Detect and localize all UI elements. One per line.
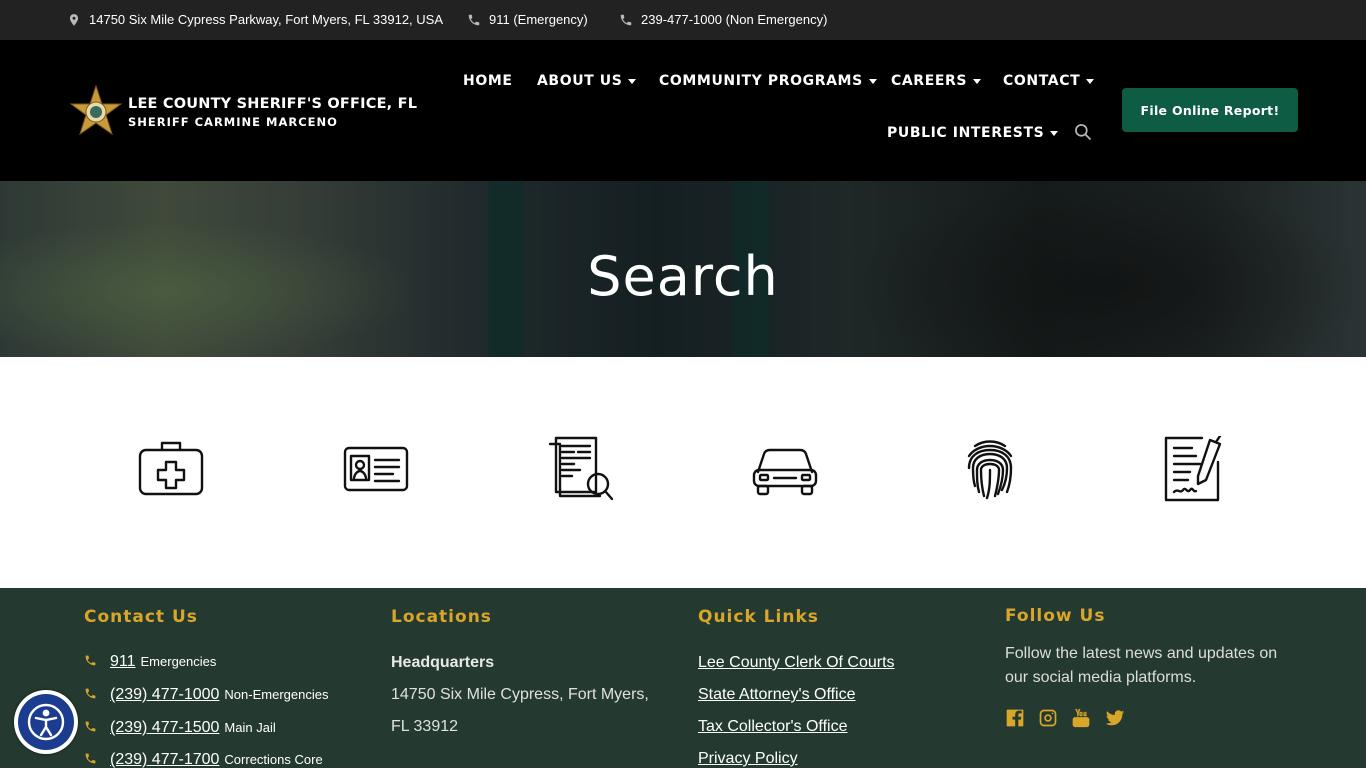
non-emergency-number-link[interactable]: (239) 477-1000 xyxy=(110,686,219,704)
hero-banner: Search xyxy=(0,181,1366,357)
headquarters-address-line1: 14750 Six Mile Cypress, Fort Myers, xyxy=(391,686,649,703)
facebook-icon[interactable] xyxy=(1005,708,1025,728)
youtube-icon[interactable] xyxy=(1071,708,1091,728)
site-logo[interactable]: LEE COUNTY SHERIFF'S OFFICE, FL SHERIFF … xyxy=(68,84,417,140)
contact-row-main-jail: (239) 477-1500 Main Jail xyxy=(84,719,276,737)
fingerprint-icon[interactable] xyxy=(957,436,1023,502)
corrections-core-number-link[interactable]: (239) 477-1700 xyxy=(110,751,219,769)
nav-community-programs[interactable]: COMMUNITY PROGRAMS xyxy=(659,73,877,89)
main-jail-label: Main Jail xyxy=(224,720,276,735)
nav-careers[interactable]: CAREERS xyxy=(891,73,982,89)
nav-about-us[interactable]: ABOUT US xyxy=(537,73,637,89)
nav-home[interactable]: HOME xyxy=(463,73,513,89)
document-search-icon[interactable] xyxy=(548,436,614,502)
search-icon[interactable] xyxy=(1073,122,1093,142)
phone-icon xyxy=(85,655,96,666)
contact-row-corrections-core: (239) 477-1700 Corrections Core xyxy=(84,751,323,769)
sheriff-star-badge-icon xyxy=(69,84,123,136)
quick-link-clerk-of-courts[interactable]: Lee County Clerk Of Courts xyxy=(698,654,895,672)
address-info: 14750 Six Mile Cypress Parkway, Fort Mye… xyxy=(67,12,443,27)
accessibility-widget-button[interactable] xyxy=(14,690,78,754)
caret-down-icon xyxy=(1050,130,1059,136)
non-emergency-text: 239-477-1000 (Non Emergency) xyxy=(641,12,828,27)
contact-row-non-emergency: (239) 477-1000 Non-Emergencies xyxy=(84,686,328,704)
emergency-text: 911 (Emergency) xyxy=(489,12,588,27)
main-jail-number-link[interactable]: (239) 477-1500 xyxy=(110,719,219,737)
phone-icon xyxy=(620,14,632,25)
contact-row-emergency: 911 Emergencies xyxy=(84,653,216,671)
nav-contact-label: CONTACT xyxy=(1003,73,1081,89)
nav-careers-label: CAREERS xyxy=(891,73,968,89)
nav-public-label: PUBLIC INTERESTS xyxy=(887,125,1045,141)
nav-contact[interactable]: CONTACT xyxy=(1003,73,1095,89)
quick-links-heading: Quick Links xyxy=(698,607,819,627)
phone-icon xyxy=(85,753,96,764)
phone-icon xyxy=(85,688,96,699)
corrections-core-label: Corrections Core xyxy=(224,752,323,767)
site-footer: Contact Us 911 Emergencies (239) 477-100… xyxy=(0,588,1366,768)
first-aid-kit-icon[interactable] xyxy=(138,436,204,502)
phone-icon xyxy=(85,721,96,732)
follow-us-text: Follow the latest news and updates on ou… xyxy=(1005,645,1278,686)
quick-link-tax-collector[interactable]: Tax Collector's Office xyxy=(698,718,847,736)
instagram-icon[interactable] xyxy=(1038,708,1058,728)
nav-community-label: COMMUNITY PROGRAMS xyxy=(659,73,863,89)
map-pin-icon xyxy=(69,13,79,26)
page-title: Search xyxy=(587,245,779,308)
signed-document-icon[interactable] xyxy=(1162,434,1228,502)
site-title: LEE COUNTY SHERIFF'S OFFICE, FL xyxy=(128,95,418,112)
caret-down-icon xyxy=(628,78,637,84)
file-online-report-button[interactable]: File Online Report! xyxy=(1122,88,1298,132)
caret-down-icon xyxy=(868,78,877,84)
caret-down-icon xyxy=(973,78,982,84)
non-emergency-label: Non-Emergencies xyxy=(224,687,329,702)
accessibility-icon xyxy=(27,703,65,741)
site-header: LEE COUNTY SHERIFF'S OFFICE, FL SHERIFF … xyxy=(0,40,1366,181)
quick-link-privacy-policy[interactable]: Privacy Policy xyxy=(698,750,798,768)
follow-us-heading: Follow Us xyxy=(1005,606,1106,626)
quick-link-state-attorney[interactable]: State Attorney's Office xyxy=(698,686,856,704)
contact-us-heading: Contact Us xyxy=(84,607,198,627)
headquarters-address-line2: FL 33912 xyxy=(391,718,459,735)
nav-about-label: ABOUT US xyxy=(537,73,623,89)
nav-home-label: HOME xyxy=(463,73,513,89)
headquarters-label: Headquarters xyxy=(391,654,495,671)
car-icon[interactable] xyxy=(752,436,818,502)
twitter-icon[interactable] xyxy=(1105,708,1125,728)
top-info-bar: 14750 Six Mile Cypress Parkway, Fort Mye… xyxy=(0,0,1366,40)
nav-public-interests[interactable]: PUBLIC INTERESTS xyxy=(887,125,1059,141)
phone-icon xyxy=(468,14,480,25)
id-card-icon[interactable] xyxy=(343,436,409,502)
caret-down-icon xyxy=(1086,78,1095,84)
emergency-label: Emergencies xyxy=(140,654,217,669)
site-subtitle: SHERIFF CARMINE MARCENO xyxy=(128,114,338,129)
emergency-number-link[interactable]: 911 xyxy=(110,653,136,671)
locations-heading: Locations xyxy=(391,607,492,627)
non-emergency-phone[interactable]: 239-477-1000 (Non Emergency) xyxy=(619,12,827,27)
emergency-phone[interactable]: 911 (Emergency) xyxy=(467,12,588,27)
address-text: 14750 Six Mile Cypress Parkway, Fort Mye… xyxy=(89,12,444,27)
